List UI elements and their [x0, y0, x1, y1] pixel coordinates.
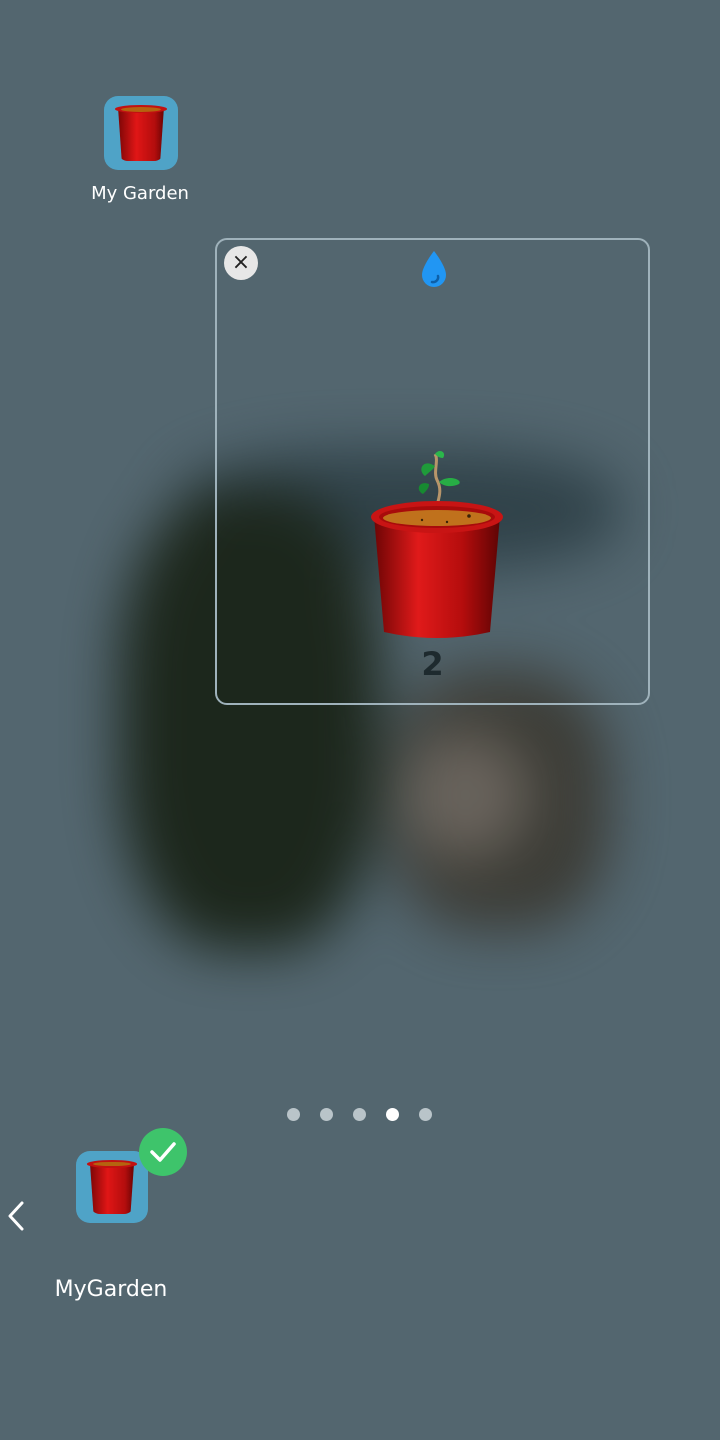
- page-dot[interactable]: [320, 1108, 333, 1121]
- page-indicator[interactable]: [287, 1108, 432, 1121]
- mygarden-widget-app-icon[interactable]: [76, 1151, 148, 1223]
- check-icon: [150, 1142, 176, 1162]
- close-button[interactable]: ×: [224, 246, 258, 280]
- garden-widget[interactable]: × 2: [215, 238, 650, 705]
- my-garden-app-icon[interactable]: [104, 96, 178, 170]
- chevron-left-icon[interactable]: [4, 1198, 30, 1234]
- page-dot[interactable]: [287, 1108, 300, 1121]
- page-dot[interactable]: [419, 1108, 432, 1121]
- flower-pot-icon: [115, 105, 167, 161]
- plant-count: 2: [421, 645, 444, 683]
- flower-pot-icon: [87, 1160, 137, 1214]
- dock-app-label: MyGarden: [54, 1277, 168, 1302]
- selected-badge: [139, 1128, 187, 1176]
- page-dot[interactable]: [353, 1108, 366, 1121]
- page-dot-active[interactable]: [386, 1108, 399, 1121]
- water-drop-icon[interactable]: [419, 250, 449, 288]
- close-icon: ×: [231, 250, 251, 275]
- seedling-pot-icon[interactable]: [367, 450, 507, 640]
- app-label: My Garden: [91, 183, 189, 204]
